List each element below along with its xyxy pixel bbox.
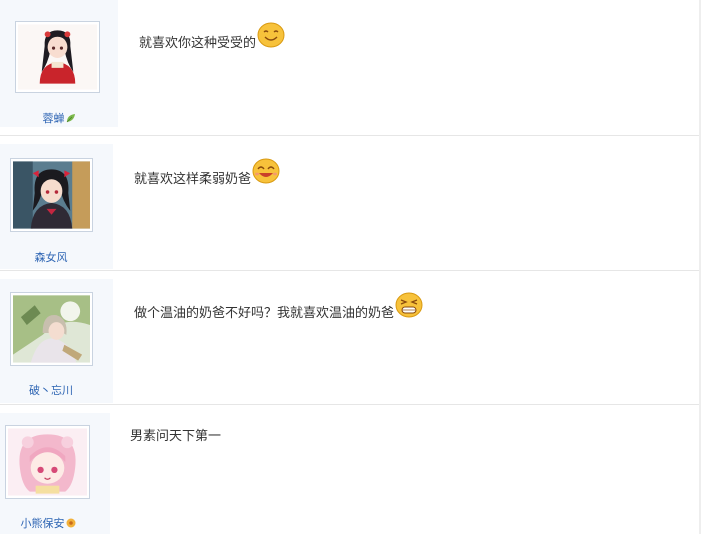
flower-badge-icon [66, 518, 76, 531]
post-content: 就喜欢你这种受受的 [139, 22, 285, 52]
avatar[interactable] [10, 158, 93, 232]
post-text: 就喜欢这样柔弱奶爸 [134, 172, 252, 187]
username[interactable]: 破丶忘川 [2, 382, 100, 398]
leaf-badge-icon [66, 113, 76, 126]
avatar[interactable] [5, 425, 90, 499]
laugh-emoji [252, 158, 280, 188]
avatar-image [8, 428, 87, 496]
post-content: 做个温油的奶爸不好吗？我就喜欢温油的奶爸 [134, 292, 423, 322]
username[interactable]: 蓉蝉 [10, 110, 108, 126]
avatar[interactable] [15, 21, 100, 93]
avatar-image [18, 24, 97, 90]
post-text: 做个温油的奶爸不好吗？我就喜欢温油的奶爸 [134, 306, 395, 321]
post-text: 男素问天下第一 [130, 429, 222, 444]
username[interactable]: 小熊保安 [0, 515, 96, 531]
post-text: 就喜欢你这种受受的 [139, 36, 257, 51]
post-4: 小熊保安 男素问天下第一 [0, 405, 701, 534]
post-2: 森女风 就喜欢这样柔弱奶爸 [0, 136, 701, 269]
avatar-image [13, 295, 90, 363]
smile-emoji [257, 22, 285, 52]
avatar[interactable] [10, 292, 93, 366]
grin-emoji [395, 292, 423, 322]
post-3: 破丶忘川 做个温油的奶爸不好吗？我就喜欢温油的奶爸 [0, 271, 701, 403]
username-text: 小熊保安 [20, 517, 65, 530]
username-text: 蓉蝉 [42, 112, 65, 125]
avatar-image [13, 161, 90, 229]
post-content: 男素问天下第一 [130, 429, 221, 445]
post-content: 就喜欢这样柔弱奶爸 [134, 158, 280, 188]
username-text: 森女风 [34, 251, 68, 264]
username-text: 破丶忘川 [29, 384, 73, 397]
post-1: 蓉蝉 就喜欢你这种受受的 [0, 0, 701, 135]
username[interactable]: 森女风 [2, 249, 100, 265]
